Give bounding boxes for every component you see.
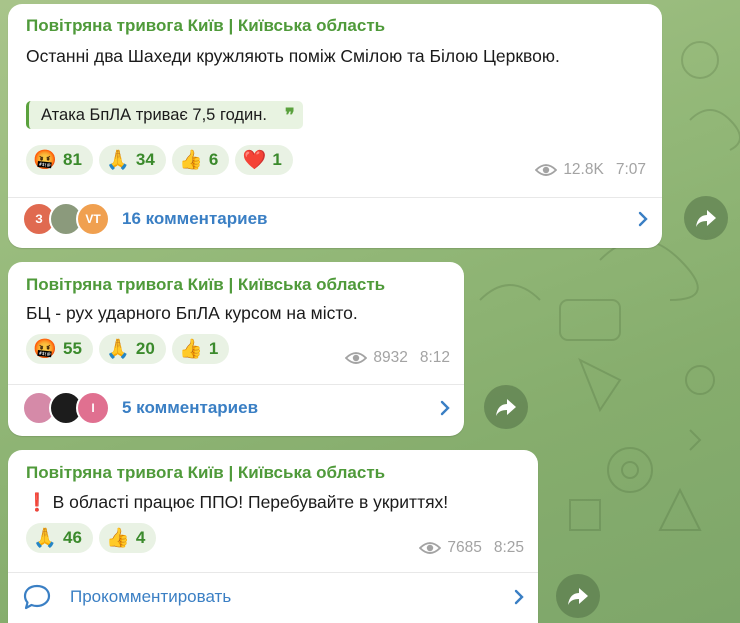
thumbs-up-icon: 👍 [106, 528, 130, 549]
commenter-avatars: З VT [22, 202, 110, 236]
message-meta: 7685 8:25 [419, 539, 524, 557]
message-bubble: Повітряна тривога Київ | Київська област… [8, 450, 538, 623]
angry-face-icon: 🤬 [33, 339, 57, 360]
folded-hands-icon: 🙏 [106, 339, 130, 360]
reactions-bar: 🙏 46 👍 4 [26, 523, 157, 553]
comment-bubble-icon [23, 584, 51, 610]
reaction-pray[interactable]: 🙏 46 [26, 523, 93, 553]
reaction-count: 4 [135, 528, 146, 547]
reaction-count: 20 [135, 339, 155, 358]
thumbs-up-icon: 👍 [179, 150, 203, 171]
message-text: ❗ В області працює ППО! Перебувайте в ук… [26, 492, 449, 512]
message-meta: 12.8K 7:07 [535, 161, 646, 179]
reaction-thumbs-up[interactable]: 👍 6 [171, 145, 230, 175]
comments-button[interactable]: І 5 комментариев [22, 388, 452, 428]
message-text: Останні два Шахеди кружляють поміж Сміло… [26, 46, 560, 66]
reaction-thumbs-up[interactable]: 👍 4 [98, 523, 157, 553]
reaction-count: 55 [63, 339, 82, 358]
eye-icon [535, 164, 558, 176]
forward-button[interactable] [556, 574, 600, 618]
channel-name[interactable]: Повітряна тривога Київ | Київська област… [26, 463, 385, 483]
folded-hands-icon: 🙏 [106, 150, 130, 171]
reaction-pray[interactable]: 🙏 20 [98, 334, 166, 364]
forward-arrow-icon [568, 588, 588, 605]
view-count: 8932 [373, 349, 408, 366]
eye-icon [419, 542, 442, 554]
reaction-count: 1 [272, 150, 282, 169]
angry-face-icon: 🤬 [33, 150, 57, 171]
forward-arrow-icon [696, 210, 716, 227]
message-bubble: Повітряна тривога Київ | Київська област… [8, 262, 464, 436]
message-time: 7:07 [615, 161, 646, 178]
chevron-right-icon [514, 589, 524, 605]
reaction-pray[interactable]: 🙏 34 [98, 145, 166, 175]
reaction-count: 6 [208, 150, 219, 169]
forward-button[interactable] [684, 196, 728, 240]
thumbs-up-icon: 👍 [179, 339, 203, 360]
quote-text: Атака БпЛА триває 7,5 годин. [41, 105, 267, 124]
message-time: 8:25 [493, 539, 524, 556]
comments-label: Прокомментировать [70, 587, 232, 606]
message-meta: 8932 8:12 [345, 349, 450, 367]
reaction-count: 46 [63, 528, 82, 547]
comments-label: 5 комментариев [122, 398, 259, 417]
reactions-bar: 🤬 81 🙏 34 👍 6 ❤️ 1 [26, 145, 293, 175]
avatar: VT [76, 202, 110, 236]
reaction-count: 34 [135, 150, 155, 169]
chevron-right-icon [638, 211, 648, 227]
avatar: І [76, 391, 110, 425]
channel-name[interactable]: Повітряна тривога Київ | Київська област… [26, 16, 385, 36]
message-bubble: Повітряна тривога Київ | Київська област… [8, 4, 662, 248]
commenter-avatars: І [22, 391, 110, 425]
channel-name[interactable]: Повітряна тривога Київ | Київська област… [26, 275, 385, 295]
message-time: 8:12 [419, 349, 450, 366]
quote-icon: ❞ [284, 104, 295, 126]
reaction-heart[interactable]: ❤️ 1 [235, 145, 293, 175]
quote-block: Атака БпЛА триває 7,5 годин. ❞ [26, 101, 303, 129]
reaction-count: 1 [208, 339, 219, 358]
view-count: 7685 [447, 539, 482, 556]
red-heart-icon: ❤️ [242, 150, 267, 171]
reaction-angry[interactable]: 🤬 55 [26, 334, 93, 364]
comments-button[interactable]: З VT 16 комментариев [22, 199, 650, 239]
reaction-count: 81 [63, 150, 82, 169]
divider [8, 384, 464, 385]
comment-button[interactable]: Прокомментировать [22, 577, 526, 617]
forward-arrow-icon [496, 399, 516, 416]
view-count: 12.8K [563, 161, 604, 178]
comments-label: 16 комментариев [122, 209, 268, 228]
reactions-bar: 🤬 55 🙏 20 👍 1 [26, 334, 230, 364]
forward-button[interactable] [484, 385, 528, 429]
divider [8, 197, 662, 198]
chevron-right-icon [440, 400, 450, 416]
reaction-thumbs-up[interactable]: 👍 1 [171, 334, 230, 364]
message-text: БЦ - рух ударного БпЛА курсом на місто. [26, 303, 358, 323]
divider [8, 572, 538, 573]
folded-hands-icon: 🙏 [33, 528, 57, 549]
reaction-angry[interactable]: 🤬 81 [26, 145, 93, 175]
eye-icon [345, 352, 368, 364]
